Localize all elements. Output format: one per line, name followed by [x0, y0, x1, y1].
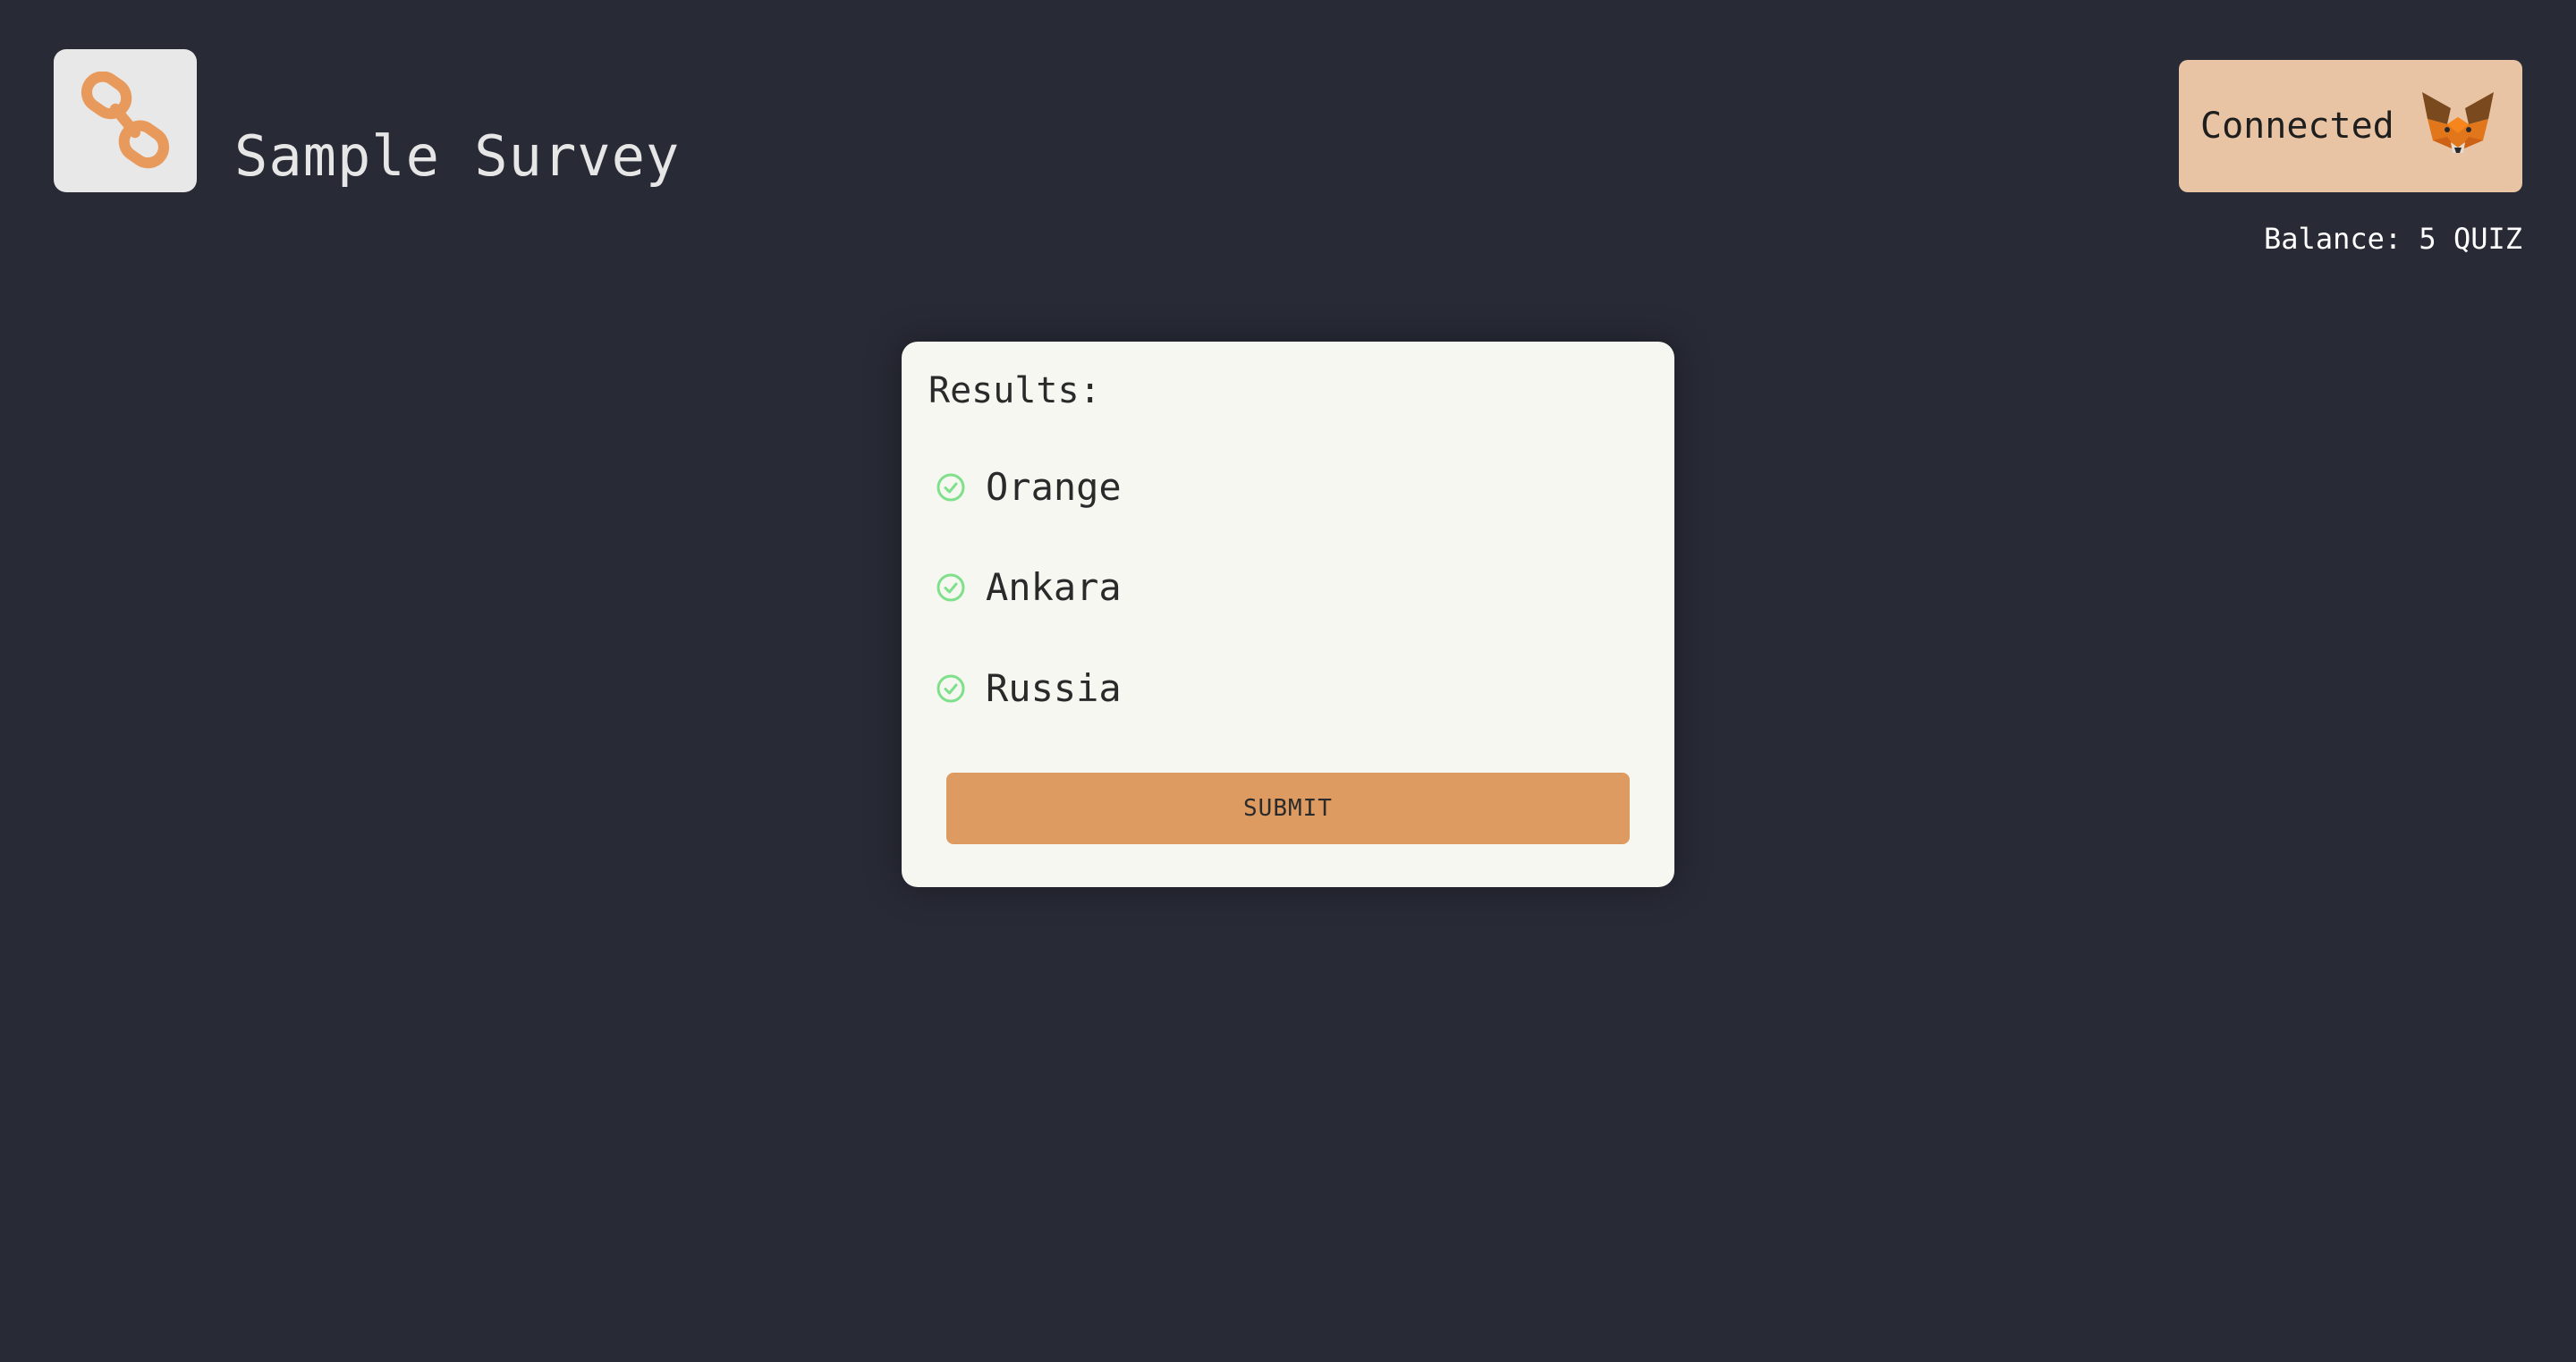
wallet-connect-button[interactable]: Connected [2179, 60, 2522, 192]
check-circle-icon [936, 473, 965, 501]
result-label: Ankara [986, 565, 1122, 609]
app-logo [54, 49, 197, 192]
result-label: Russia [986, 666, 1122, 710]
result-item: Russia [936, 666, 1122, 710]
submit-button[interactable]: SUBMIT [946, 773, 1630, 844]
chain-link-icon [80, 72, 170, 169]
check-circle-icon [936, 674, 965, 702]
wallet-status-label: Connected [2200, 106, 2394, 147]
result-item: Ankara [936, 565, 1122, 609]
check-circle-icon [936, 573, 965, 601]
metamask-fox-icon [2422, 92, 2494, 153]
page-title: Sample Survey [234, 123, 681, 189]
result-item: Orange [936, 465, 1122, 509]
token-balance: Balance: 5 QUIZ [2264, 222, 2522, 256]
result-label: Orange [986, 465, 1122, 509]
results-title: Results: [928, 370, 1101, 411]
results-card: Results: Orange Ankara Russia SUBMIT [902, 342, 1674, 887]
